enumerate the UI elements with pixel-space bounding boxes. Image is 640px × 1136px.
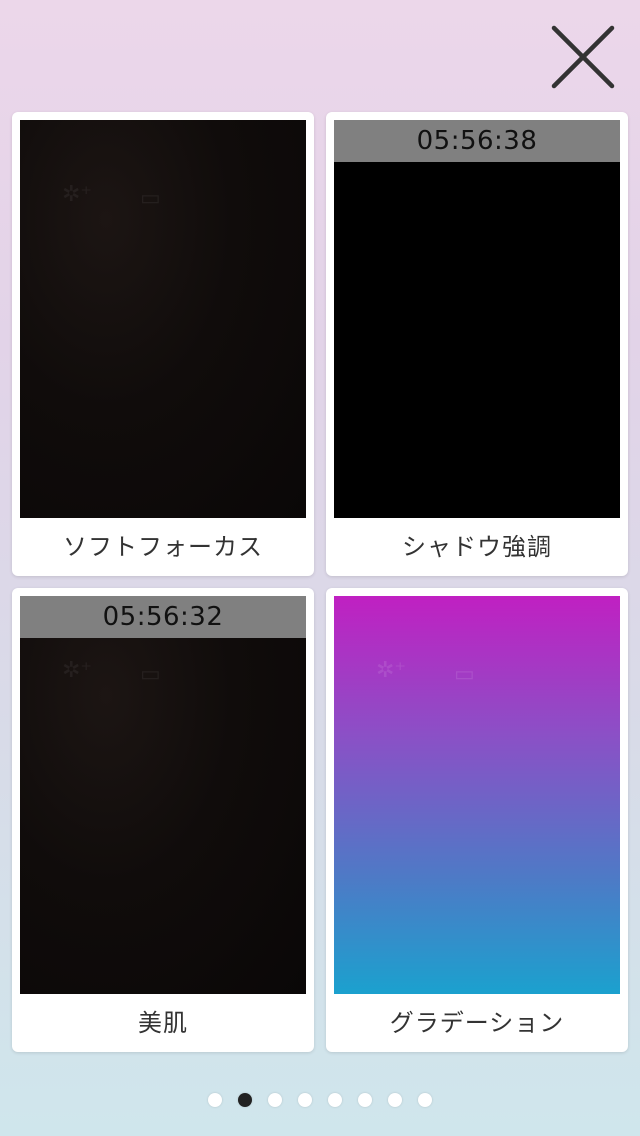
page-dot[interactable] [388,1093,402,1107]
timestamp-bar: 05:56:32 [20,596,306,638]
page-indicator [0,1090,640,1110]
filter-preview: 05:56:32 ✲⁺ ▭ [20,596,306,994]
filter-preview: ✲⁺ ▭ [334,596,620,994]
filter-card-shadow-enhance[interactable]: 05:56:38 シャドウ強調 [326,112,628,576]
filter-label: 美肌 [138,1009,188,1037]
page-dot[interactable] [418,1093,432,1107]
filter-card-gradation[interactable]: ✲⁺ ▭ グラデーション [326,588,628,1052]
close-icon [551,25,615,89]
filter-label: シャドウ強調 [402,533,552,561]
page-dot[interactable] [298,1093,312,1107]
page-dot[interactable] [208,1093,222,1107]
page-dot-active[interactable] [238,1093,252,1107]
filter-label: ソフトフォーカス [63,533,263,561]
page-dot[interactable] [268,1093,282,1107]
ghost-camera-controls: ✲⁺ [62,658,93,683]
filter-card-beauty-skin[interactable]: 05:56:32 ✲⁺ ▭ 美肌 [12,588,314,1052]
ghost-camera-controls: ✲⁺ [62,182,93,207]
close-button[interactable] [550,24,616,90]
timestamp-bar: 05:56:38 [334,120,620,162]
ghost-camera-controls: ✲⁺ [376,658,407,683]
filter-preview: ✲⁺ ▭ [20,120,306,518]
filter-card-soft-focus[interactable]: ✲⁺ ▭ ソフトフォーカス [12,112,314,576]
ghost-camera-controls: ▭ [140,186,161,211]
filter-preview: 05:56:38 [334,120,620,518]
ghost-camera-controls: ▭ [140,662,161,687]
ghost-camera-controls: ▭ [454,662,475,687]
filter-label: グラデーション [389,1009,565,1037]
page-dot[interactable] [358,1093,372,1107]
page-dot[interactable] [328,1093,342,1107]
